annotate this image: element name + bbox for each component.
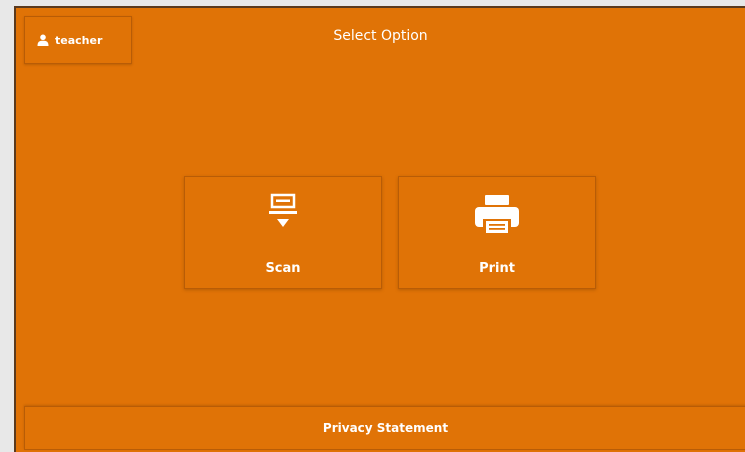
scan-button[interactable]: Scan bbox=[184, 176, 382, 289]
print-button[interactable]: Print bbox=[398, 176, 596, 289]
print-kiosk-screen: teacher Select Option Scan Print Privacy… bbox=[14, 6, 745, 452]
scan-label: Scan bbox=[265, 261, 301, 276]
printer-icon bbox=[473, 193, 521, 237]
print-label: Print bbox=[479, 261, 515, 276]
privacy-statement-button[interactable]: Privacy Statement bbox=[24, 406, 745, 450]
scan-icon bbox=[268, 193, 298, 233]
page-title: Select Option bbox=[333, 28, 428, 44]
